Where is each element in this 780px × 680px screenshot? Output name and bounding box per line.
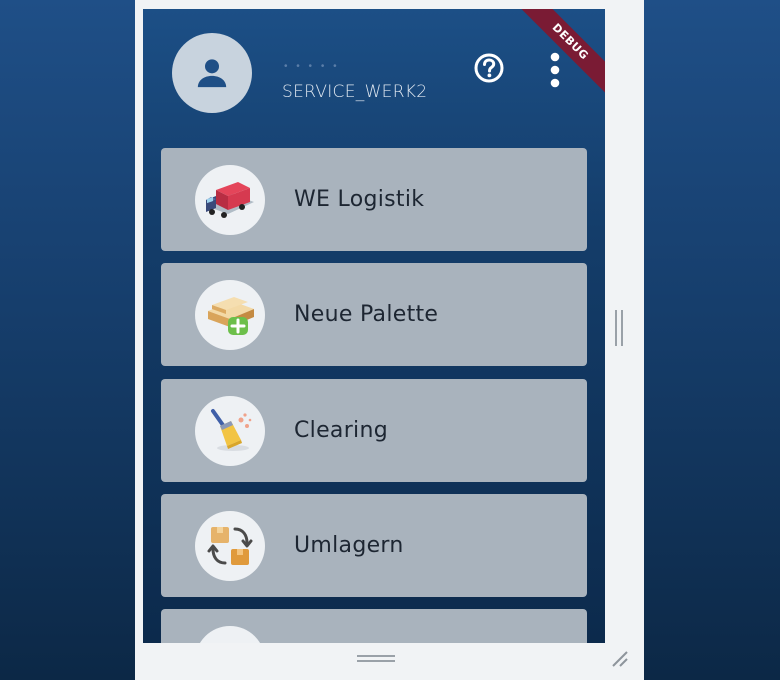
menu-icon-circle: [195, 511, 265, 581]
relocate-boxes-icon: [207, 527, 253, 565]
app-screen: • • • • • SERVICE_WERK2 DEBUG WE Logisti…: [143, 9, 605, 643]
bottom-resize-handle[interactable]: [357, 655, 395, 662]
menu-icon-circle: [195, 396, 265, 466]
truck-icon: [206, 182, 254, 218]
more-options-button[interactable]: [541, 51, 569, 89]
menu-item-umlagern[interactable]: Umlagern: [161, 494, 587, 597]
menu-item-label: Umlagern: [294, 533, 404, 558]
menu-item-neue-palette[interactable]: Neue Palette: [161, 263, 587, 366]
side-resize-handle[interactable]: [615, 310, 623, 346]
menu-icon-circle: [195, 280, 265, 350]
menu-item-we-logistik[interactable]: WE Logistik: [161, 148, 587, 251]
menu-icon-circle: [195, 165, 265, 235]
menu-icon-circle: [195, 626, 265, 643]
help-circle-icon: [474, 53, 504, 83]
resize-grip-icon[interactable]: [611, 650, 629, 668]
menu-item-label: Neue Palette: [294, 302, 439, 327]
broom-icon: [211, 409, 252, 451]
menu-item-label: WE Logistik: [294, 187, 425, 212]
username-masked: • • • • •: [284, 61, 340, 72]
help-button[interactable]: [473, 52, 505, 84]
device-frame: • • • • • SERVICE_WERK2 DEBUG WE Logisti…: [135, 0, 644, 680]
menu-item-partial[interactable]: [161, 609, 587, 643]
pallet-add-icon: [208, 297, 254, 335]
more-vertical-icon: [550, 52, 560, 88]
person-icon: [197, 59, 227, 88]
avatar[interactable]: [172, 33, 252, 113]
account-name: SERVICE_WERK2: [282, 82, 428, 102]
menu-item-clearing[interactable]: Clearing: [161, 379, 587, 482]
menu-item-label: Clearing: [294, 418, 388, 443]
